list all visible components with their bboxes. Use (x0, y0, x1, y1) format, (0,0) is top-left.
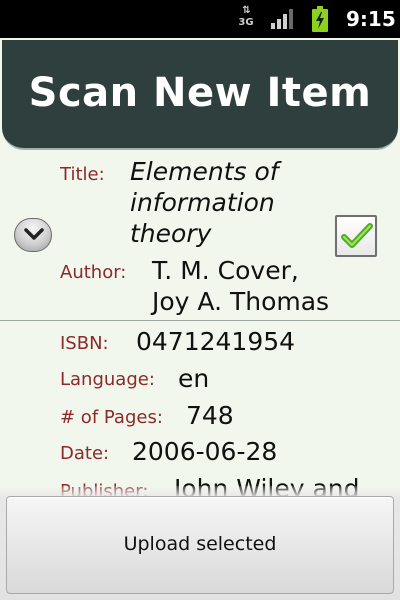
page-header: Scan New Item (2, 40, 398, 150)
isbn-value: 0471241954 (136, 327, 296, 356)
expand-details-button[interactable] (14, 218, 52, 252)
network-type: 3G (238, 17, 254, 28)
scan-screen: ⇅ 3G 9:15 Scan New Item Title: Elements … (0, 0, 400, 600)
signal-icon (271, 9, 293, 29)
pages-label: # of Pages: (60, 407, 163, 428)
language-value: en (178, 364, 210, 393)
bottom-action-bar: Upload selected (0, 486, 400, 600)
chevron-down-icon (24, 228, 44, 240)
network-indicator: ⇅ 3G (236, 5, 256, 33)
page-title: Scan New Item (28, 70, 372, 116)
status-clock: 9:15 (346, 7, 396, 31)
details-list[interactable]: ISBN: 0471241954 Language: en # of Pages… (0, 321, 400, 496)
upload-selected-button[interactable]: Upload selected (6, 496, 394, 594)
date-label: Date: (60, 443, 110, 464)
title-line-2: information (130, 188, 275, 217)
select-item-checkbox[interactable] (335, 215, 377, 257)
upload-selected-label: Upload selected (123, 533, 277, 555)
author-label: Author: (60, 262, 127, 283)
title-line-3: theory (130, 219, 212, 248)
data-arrows-icon: ⇅ (242, 5, 250, 16)
isbn-label: ISBN: (60, 333, 109, 354)
status-bar: ⇅ 3G 9:15 (0, 0, 400, 38)
check-icon (341, 223, 373, 248)
author-line-2: Joy A. Thomas (152, 287, 330, 316)
language-label: Language: (60, 369, 155, 390)
date-value: 2006-06-28 (132, 437, 278, 466)
title-label: Title: (60, 164, 105, 185)
battery-charging-icon (312, 6, 328, 32)
pages-value: 748 (186, 401, 234, 430)
author-line-1: T. M. Cover, (152, 256, 299, 285)
title-line-1: Elements of (130, 157, 279, 186)
